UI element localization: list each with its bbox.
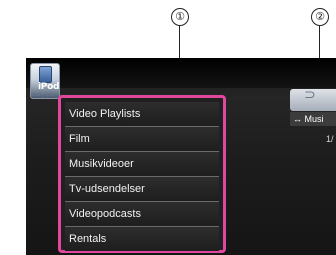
ipod-device-icon xyxy=(39,66,52,83)
menu-list: Video Playlists Film Musikvideoer Tv-uds… xyxy=(65,102,219,251)
callout-2: ② xyxy=(311,8,329,26)
menu-item-film[interactable]: Film xyxy=(65,127,219,152)
repeat-button[interactable]: ⊃ xyxy=(290,87,336,111)
menu-list-frame: Video Playlists Film Musikvideoer Tv-uds… xyxy=(58,95,226,253)
menu-item-videopodcasts[interactable]: Videopodcasts xyxy=(65,202,219,227)
callout-1: ① xyxy=(171,8,189,26)
page-indicator: 1/ xyxy=(326,134,334,144)
repeat-icon: ⊃ xyxy=(304,87,316,103)
menu-item-video-playlists[interactable]: Video Playlists xyxy=(65,102,219,127)
clock: --:-- xyxy=(31,91,56,100)
menu-item-rentals[interactable]: Rentals xyxy=(65,227,219,251)
menu-item-tv-udsendelser[interactable]: Tv-udsendelser xyxy=(65,177,219,202)
top-band xyxy=(26,58,336,88)
menu-item-musikvideoer[interactable]: Musikvideoer xyxy=(65,152,219,177)
screen: iPod --:-- Video Playlists Film Musikvid… xyxy=(26,58,336,255)
music-tab[interactable]: ↔ Musi xyxy=(290,112,336,126)
